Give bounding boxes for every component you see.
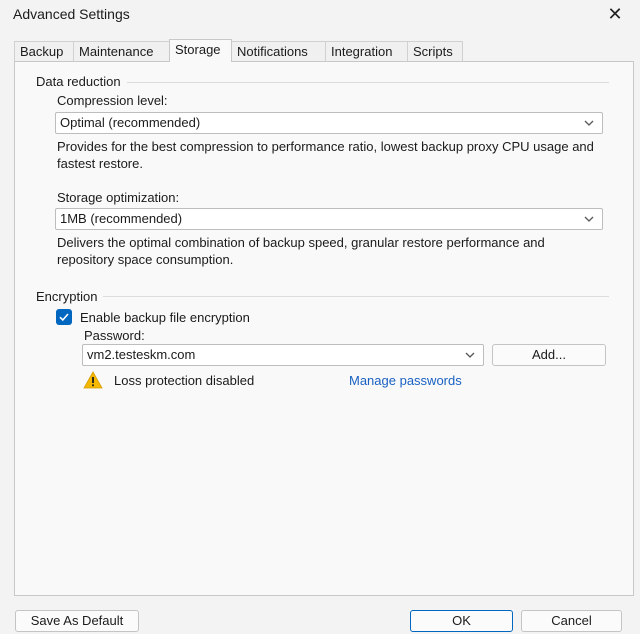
password-select[interactable]: vm2.testeskm.com	[82, 344, 484, 366]
tab-scripts[interactable]: Scripts	[407, 41, 463, 61]
loss-protection-status: Loss protection disabled	[114, 373, 255, 388]
section-divider	[36, 296, 609, 297]
encryption-heading: Encryption	[36, 289, 104, 304]
ok-button[interactable]: OK	[410, 610, 513, 632]
tab-notifications[interactable]: Notifications	[231, 41, 326, 61]
save-as-default-button[interactable]: Save As Default	[15, 610, 139, 632]
compression-level-label: Compression level:	[57, 93, 168, 108]
title-bar: Advanced Settings ✕	[0, 0, 640, 32]
tab-maintenance[interactable]: Maintenance	[73, 41, 170, 61]
password-value: vm2.testeskm.com	[87, 347, 196, 362]
tab-integration[interactable]: Integration	[325, 41, 408, 61]
storage-optimization-description: Delivers the optimal combination of back…	[57, 235, 545, 267]
enable-encryption-checkbox[interactable]	[56, 309, 72, 325]
close-icon[interactable]: ✕	[604, 3, 626, 25]
storage-optimization-value: 1MB (recommended)	[60, 211, 183, 226]
password-label: Password:	[84, 328, 145, 343]
storage-optimization-label: Storage optimization:	[57, 190, 180, 205]
chevron-down-icon	[584, 216, 594, 222]
tab-backup[interactable]: Backup	[14, 41, 74, 61]
data-reduction-heading: Data reduction	[36, 74, 127, 89]
warning-icon	[83, 371, 103, 389]
enable-encryption-label[interactable]: Enable backup file encryption	[80, 310, 250, 325]
advanced-settings-dialog: Advanced Settings ✕ Backup Maintenance S…	[0, 0, 640, 634]
dialog-title: Advanced Settings	[13, 6, 130, 22]
checkmark-icon	[59, 313, 69, 322]
storage-optimization-select[interactable]: 1MB (recommended)	[55, 208, 603, 230]
tab-storage[interactable]: Storage	[169, 39, 232, 62]
compression-level-select[interactable]: Optimal (recommended)	[55, 112, 603, 134]
chevron-down-icon	[465, 352, 475, 358]
compression-description: Provides for the best compression to per…	[57, 139, 594, 171]
cancel-button[interactable]: Cancel	[521, 610, 622, 632]
chevron-down-icon	[584, 120, 594, 126]
compression-level-value: Optimal (recommended)	[60, 115, 201, 130]
manage-passwords-link[interactable]: Manage passwords	[349, 373, 462, 388]
add-password-button[interactable]: Add...	[492, 344, 606, 366]
